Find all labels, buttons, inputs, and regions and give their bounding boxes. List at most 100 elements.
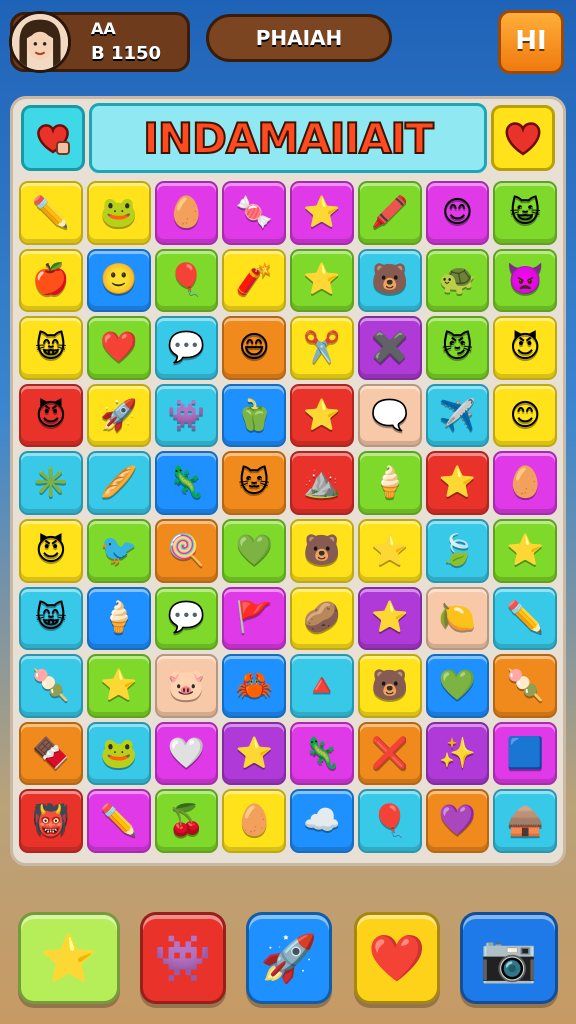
tile[interactable]: ⭐ — [222, 721, 286, 786]
tile[interactable]: 🗨️ — [357, 383, 422, 448]
tile[interactable]: 🚀 — [86, 383, 151, 448]
tile[interactable]: 🫑 — [222, 383, 286, 448]
tile[interactable]: ⭐ — [493, 518, 557, 583]
tile[interactable]: 🍬 — [222, 181, 286, 245]
tile[interactable]: 😈 — [493, 316, 557, 380]
bear-face-icon: 🐻 — [303, 532, 341, 568]
tile[interactable]: 😈 — [19, 383, 83, 448]
tile[interactable]: 🐱 — [222, 451, 286, 515]
tile[interactable]: 🐻 — [290, 518, 354, 583]
tile[interactable]: 🍫 — [19, 721, 83, 786]
tile[interactable]: ✖️ — [357, 316, 422, 380]
star-shape-icon: ✳️ — [32, 465, 70, 501]
tile[interactable]: 🙂 — [86, 248, 151, 313]
tile[interactable]: 🚩 — [222, 586, 286, 651]
tile[interactable]: 🐸 — [86, 721, 151, 786]
tile[interactable]: ✏️ — [19, 181, 83, 245]
menu-button[interactable]: HI — [498, 10, 564, 74]
tile[interactable]: 😺 — [493, 181, 557, 245]
camera-button[interactable]: 📷 — [460, 912, 558, 1004]
tile[interactable]: 🍦 — [357, 451, 422, 515]
tile[interactable]: 😊 — [425, 181, 490, 245]
tile[interactable]: 🥚 — [154, 181, 219, 245]
tile[interactable]: ✨ — [425, 721, 490, 786]
tile[interactable]: ✳️ — [19, 451, 83, 515]
tile[interactable]: 😸 — [19, 586, 83, 651]
tile[interactable]: 👿 — [493, 248, 557, 313]
tile[interactable]: 🎈 — [154, 248, 219, 313]
rocket-booster-button[interactable]: 🚀 — [246, 912, 332, 1004]
tile[interactable]: 🐸 — [86, 181, 151, 245]
player-name: AA — [91, 19, 116, 38]
tile[interactable]: 🤍 — [154, 721, 219, 786]
cat-face-icon: 😺 — [509, 194, 541, 230]
tile[interactable]: ❤️ — [86, 316, 151, 380]
tile[interactable]: 🧨 — [222, 248, 286, 313]
tile[interactable]: 😊 — [493, 383, 557, 448]
devil-face-icon: 😈 — [35, 397, 67, 433]
tile[interactable]: 🦎 — [290, 721, 354, 786]
heart-pin-icon — [37, 124, 70, 155]
monster-booster-button[interactable]: 👾 — [140, 912, 226, 1004]
balloon-icon: 🎈 — [167, 262, 206, 298]
tile[interactable]: ⭐ — [357, 586, 422, 651]
star-icon: ⭐ — [303, 397, 341, 433]
tile[interactable]: 🍋 — [425, 586, 490, 651]
tile[interactable]: 🍦 — [86, 586, 151, 651]
tile[interactable]: 💬 — [154, 586, 219, 651]
egg-icon: 🥚 — [167, 194, 206, 230]
tile[interactable]: ✏️ — [86, 789, 151, 853]
tile[interactable]: 🍒 — [154, 789, 219, 853]
tile[interactable]: 👾 — [154, 383, 219, 448]
tile[interactable]: 🐦 — [86, 518, 151, 583]
tile[interactable]: 🍃 — [425, 518, 490, 583]
tile[interactable]: ☁️ — [290, 789, 354, 853]
tile[interactable]: 🔺 — [290, 654, 354, 718]
tile[interactable]: ✂️ — [290, 316, 354, 380]
tile[interactable]: 🖍️ — [357, 181, 422, 245]
tile[interactable]: 🥔 — [290, 586, 354, 651]
tile[interactable]: ⭐ — [290, 181, 354, 245]
tile[interactable]: 🐷 — [154, 654, 219, 718]
tile[interactable]: 💬 — [154, 316, 219, 380]
tile[interactable]: 😸 — [19, 316, 83, 380]
tile[interactable]: ❌ — [357, 721, 422, 786]
heart-booster-button[interactable]: ❤️ — [354, 912, 440, 1004]
tile[interactable]: ✏️ — [493, 586, 557, 651]
tile[interactable]: ⭐ — [425, 451, 490, 515]
tile[interactable]: 👹 — [19, 789, 83, 853]
banner-right-badge[interactable] — [491, 105, 555, 171]
tile[interactable]: ⭐ — [86, 654, 151, 718]
tile[interactable]: 🎈 — [357, 789, 422, 853]
tile[interactable]: 🥚 — [222, 789, 286, 853]
tile[interactable]: 😼 — [425, 316, 490, 380]
tile[interactable]: ⭐ — [290, 248, 354, 313]
banner-left-badge[interactable] — [21, 105, 85, 171]
tile[interactable]: 🐻 — [357, 654, 422, 718]
tile[interactable]: 🍭 — [154, 518, 219, 583]
tile[interactable]: 🍎 — [19, 248, 83, 313]
ice-cream-icon: 🍦 — [99, 600, 138, 636]
tile[interactable]: ✈️ — [425, 383, 490, 448]
tile[interactable]: 😈 — [19, 518, 83, 583]
tile[interactable]: 🥚 — [493, 451, 557, 515]
tile[interactable]: 🐻 — [357, 248, 422, 313]
pencil-icon: ✏️ — [99, 803, 138, 839]
tile[interactable]: 🍡 — [19, 654, 83, 718]
tile[interactable]: 💚 — [425, 654, 490, 718]
star-booster-button[interactable]: ⭐ — [18, 912, 120, 1004]
tile[interactable]: 😄 — [222, 316, 286, 380]
tile[interactable]: 🥖 — [86, 451, 151, 515]
tile[interactable]: ⭐ — [290, 383, 354, 448]
tile[interactable]: 🟦 — [493, 721, 557, 786]
tile[interactable]: 💜 — [425, 789, 490, 853]
tile[interactable]: 🦎 — [154, 451, 219, 515]
tile[interactable]: 🐢 — [425, 248, 490, 313]
tile[interactable]: 🛖 — [493, 789, 557, 853]
tile[interactable]: ⛰️ — [290, 451, 354, 515]
tile[interactable]: ⭐ — [357, 518, 422, 583]
tile[interactable]: 🍡 — [493, 654, 557, 718]
player-profile[interactable]: AA B 1150 — [9, 11, 190, 73]
tile[interactable]: 💚 — [222, 518, 286, 583]
tile[interactable]: 🦀 — [222, 654, 286, 718]
